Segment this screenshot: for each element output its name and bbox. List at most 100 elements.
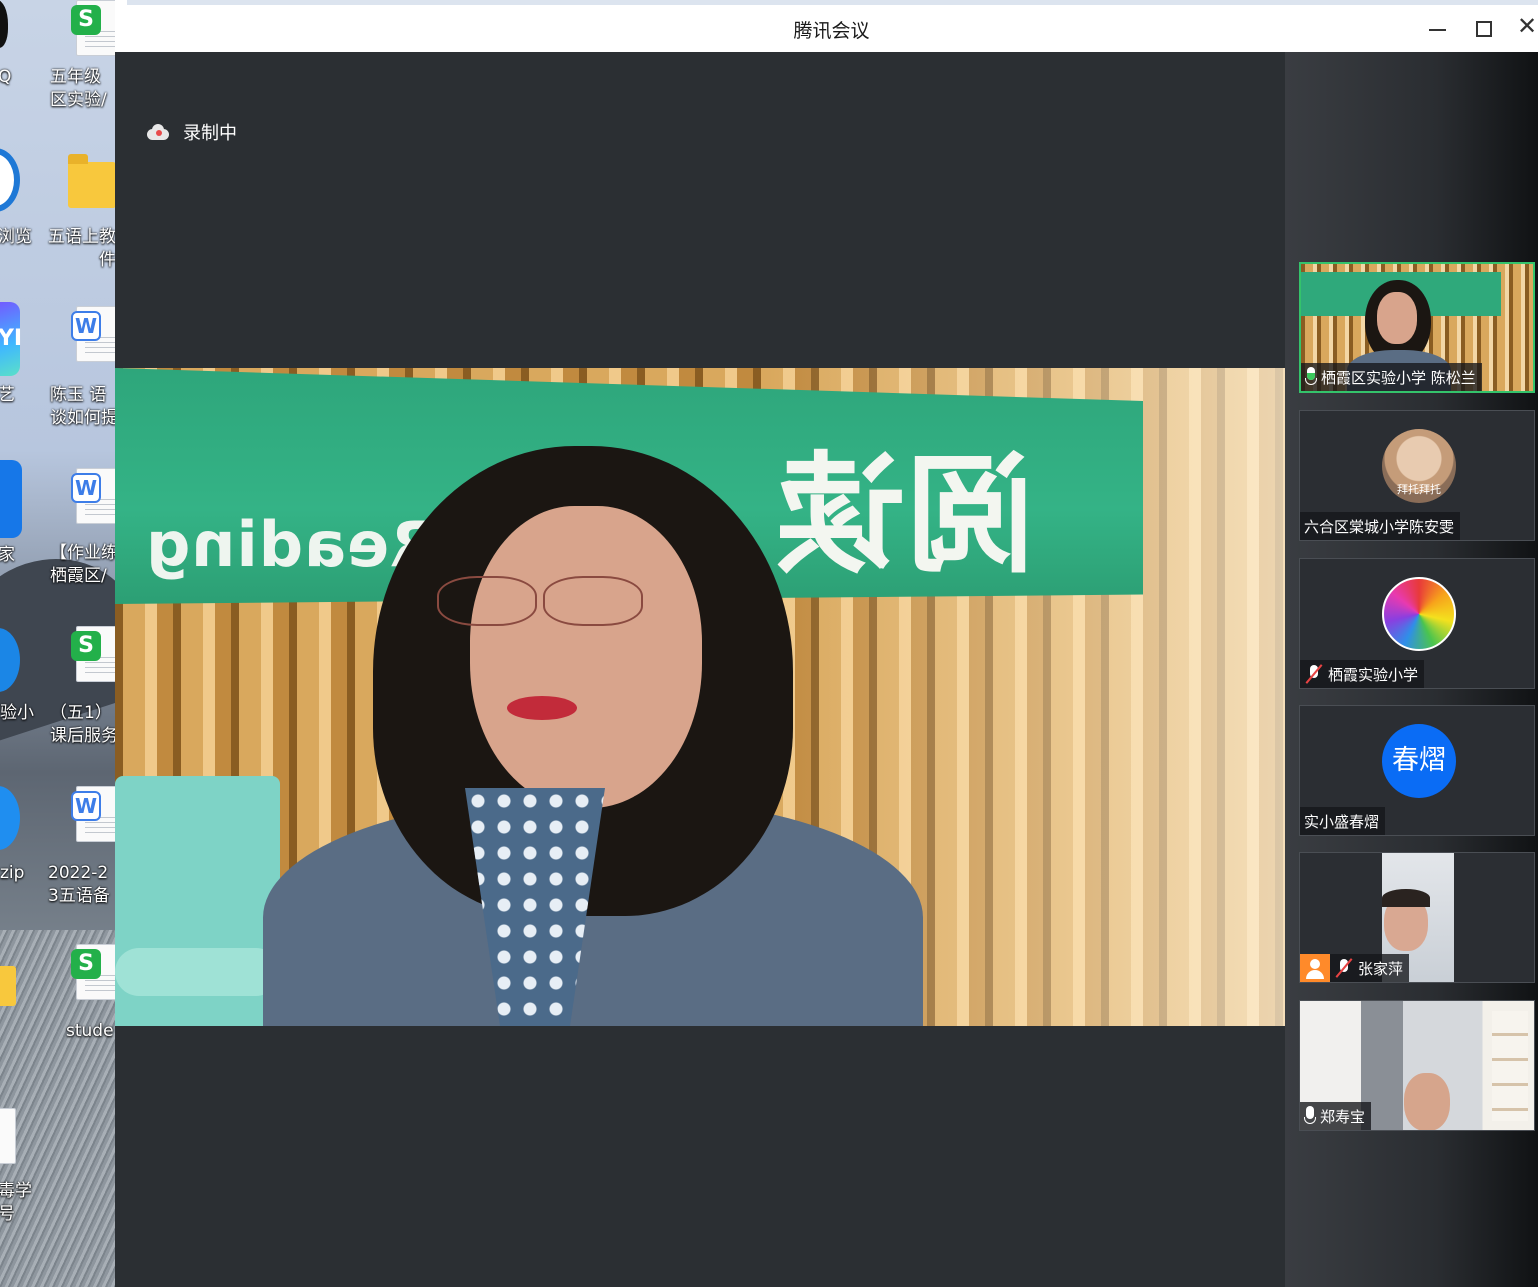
spreadsheet-file-icon: S xyxy=(71,0,115,56)
participant-name: 郑寿宝 xyxy=(1320,1107,1366,1126)
participant-name-bar: 郑寿宝 xyxy=(1300,1102,1372,1130)
desktop-label-virus: 毒学号 xyxy=(0,1181,32,1224)
recording-indicator[interactable]: 录制中 xyxy=(145,118,237,146)
spreadsheet-file-icon: S xyxy=(71,944,115,1000)
text-avatar: 春熠 xyxy=(1382,724,1456,798)
mini-speaker-face xyxy=(1377,292,1417,344)
word-file-icon: W xyxy=(71,786,115,842)
rabbit-avatar: 拜托拜托 xyxy=(1382,429,1456,503)
word-badge-icon: W xyxy=(71,791,101,821)
security-shortcut[interactable] xyxy=(0,460,22,538)
spreadsheet-badge-icon: S xyxy=(71,5,101,35)
participant-name-bar: 栖霞实验小学 xyxy=(1300,660,1425,688)
participant-name: 栖霞实验小学 xyxy=(1328,665,1419,684)
participant-name-bar: 张家萍 xyxy=(1300,954,1410,982)
minimize-button[interactable] xyxy=(1423,12,1451,40)
spreadsheet-shortcut-1[interactable]: S xyxy=(70,0,115,60)
desktop-label-afterschool: （五1） 课后服务 xyxy=(50,703,115,746)
browser-icon xyxy=(0,148,20,212)
document-icon xyxy=(0,1108,16,1164)
mic-muted-icon xyxy=(1334,958,1354,978)
doc-shortcut-partial[interactable] xyxy=(0,1108,16,1168)
desktop-label-grade5: 五年级 区实验/ xyxy=(50,67,107,110)
mini-face-6 xyxy=(1404,1073,1450,1130)
circle-app-icon xyxy=(0,628,20,692)
main-video-area[interactable]: 录制中 Reading 阅读 xyxy=(115,52,1285,1287)
word-badge-icon: W xyxy=(71,311,101,341)
green-chair-seat xyxy=(115,948,280,996)
word-file-icon: W xyxy=(71,468,115,524)
mini-hair-5 xyxy=(1382,889,1430,907)
folder-shortcut[interactable] xyxy=(66,152,115,212)
yi-app-shortcut[interactable]: YI xyxy=(0,302,22,376)
participant-tile-5[interactable]: 张家萍 xyxy=(1299,852,1535,983)
word-badge-icon: W xyxy=(71,473,101,503)
recording-label: 录制中 xyxy=(183,123,237,144)
desktop-label-2022: 2022-2 3五语备 xyxy=(48,863,110,906)
window-title: 腾讯会议 xyxy=(793,20,870,42)
desktop-background: Q 浏览 YI 艺 家 验小 zip 毒学号 S 五年级 区实验/ 五语上教件 W xyxy=(0,0,115,1287)
desktop-label-qq: Q xyxy=(0,67,12,87)
mic-icon xyxy=(1304,1106,1316,1126)
title-bar[interactable]: 腾讯会议 ✕ xyxy=(115,0,1538,52)
participant-tile-3[interactable]: 栖霞实验小学 xyxy=(1299,558,1535,689)
mic-active-icon xyxy=(1305,367,1317,387)
folder-icon xyxy=(0,966,16,1006)
spreadsheet-shortcut-3[interactable]: S xyxy=(70,944,115,1010)
glasses-left-lens xyxy=(437,576,537,626)
desktop-label-homework: 【作业练 栖霞区/ xyxy=(50,543,115,586)
browser-shortcut[interactable] xyxy=(0,148,20,218)
spreadsheet-badge-icon: S xyxy=(71,949,101,979)
mic-muted-icon xyxy=(1304,664,1324,684)
zip-shortcut[interactable] xyxy=(0,786,20,850)
avatar-caption: 拜托拜托 xyxy=(1397,483,1441,496)
word-shortcut-2[interactable]: W xyxy=(70,468,115,534)
folder-shortcut-partial[interactable] xyxy=(0,958,16,1006)
spreadsheet-badge-icon: S xyxy=(71,631,101,661)
participant-tile-6[interactable]: 郑寿宝 xyxy=(1299,1000,1535,1131)
close-button[interactable]: ✕ xyxy=(1513,12,1538,40)
speaker-lips xyxy=(507,696,577,720)
word-file-icon: W xyxy=(71,306,115,362)
meeting-window: 腾讯会议 ✕ 录制中 Reading 阅读 栖霞区实验小学 陈松兰 拜托拜托 六… xyxy=(115,0,1538,1287)
desktop-label-home: 家 xyxy=(0,545,15,565)
folder-icon xyxy=(68,154,115,208)
maximize-button[interactable] xyxy=(1469,12,1497,40)
speaker-video[interactable]: Reading 阅读 xyxy=(115,368,1285,1026)
participant-tile-1[interactable]: 栖霞区实验小学 陈松兰 xyxy=(1299,262,1535,393)
yi-app-icon: YI xyxy=(0,302,22,376)
participant-tile-4[interactable]: 春熠 实小盛春熠 xyxy=(1299,705,1535,836)
zip-icon xyxy=(0,786,20,850)
desktop-label-chenyu: 陈玉 语谈如何提 xyxy=(50,385,115,428)
desktop-label-student: stude xyxy=(66,1021,114,1041)
desktop-label-school: 验小 xyxy=(0,703,34,723)
desktop-label-zip: zip xyxy=(0,863,25,883)
speaker-face xyxy=(470,506,702,808)
participant-tile-2[interactable]: 拜托拜托 六合区棠城小学陈安雯 xyxy=(1299,410,1535,541)
rainbow-umbrella-avatar xyxy=(1382,577,1456,651)
glasses-right-lens xyxy=(543,576,643,626)
participant-name: 栖霞区实验小学 陈松兰 xyxy=(1321,368,1476,387)
participant-name-bar: 栖霞区实验小学 陈松兰 xyxy=(1301,363,1482,391)
participant-name-bar: 六合区棠城小学陈安雯 xyxy=(1300,512,1461,540)
participant-name: 六合区棠城小学陈安雯 xyxy=(1304,517,1455,536)
desktop-label-browser: 浏览 xyxy=(0,227,32,247)
spreadsheet-file-icon: S xyxy=(71,626,115,682)
participant-panel: 栖霞区实验小学 陈松兰 拜托拜托 六合区棠城小学陈安雯 栖霞实验小学 春熠 实小… xyxy=(1285,52,1538,1287)
cloud-record-icon xyxy=(145,123,171,141)
desktop-label-yi: 艺 xyxy=(0,385,15,405)
background-window-sliver xyxy=(127,0,1538,5)
word-shortcut-3[interactable]: W xyxy=(70,786,115,852)
mini-shelf-6 xyxy=(1492,1011,1528,1121)
shield-icon xyxy=(0,460,22,538)
sign-chinese-text: 阅读 xyxy=(775,439,1036,591)
school-shortcut[interactable] xyxy=(0,628,20,692)
desktop-label-courseware: 五语上教件 xyxy=(48,227,115,270)
spreadsheet-shortcut-2[interactable]: S xyxy=(70,626,115,692)
user-icon xyxy=(1300,954,1330,982)
participant-name: 张家萍 xyxy=(1358,959,1404,978)
participant-name: 实小盛春熠 xyxy=(1304,812,1380,831)
word-shortcut-1[interactable]: W xyxy=(70,306,115,372)
participant-name-bar: 实小盛春熠 xyxy=(1300,807,1386,835)
qq-icon xyxy=(0,0,8,48)
